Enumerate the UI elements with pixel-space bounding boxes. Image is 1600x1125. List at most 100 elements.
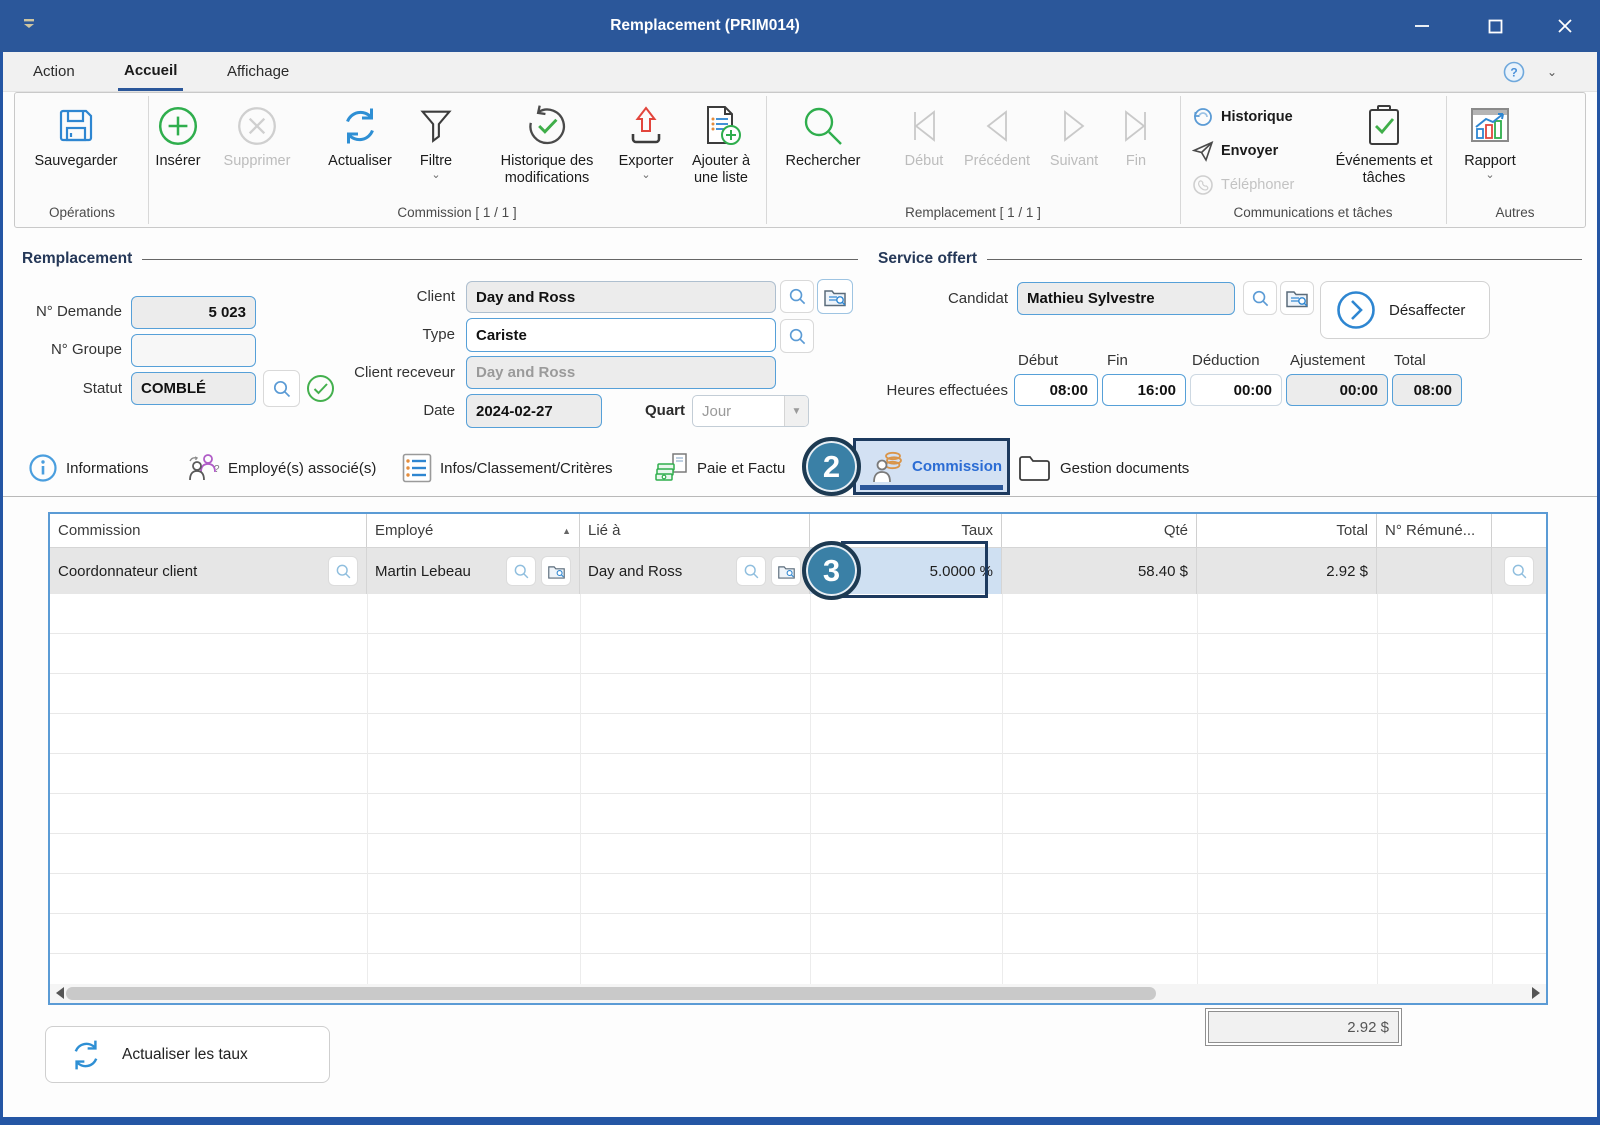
deduction-field[interactable]: 00:00 <box>1190 374 1282 406</box>
tab-infos-classement-criteres[interactable]: Infos/Classement/Critères <box>402 440 613 496</box>
label-total: Total <box>1394 352 1449 369</box>
close-button[interactable] <box>1542 0 1588 52</box>
horizontal-scrollbar[interactable] <box>50 984 1546 1003</box>
tab-paie-facturation[interactable]: Paie et Factu <box>655 440 785 496</box>
column-header-qte[interactable]: Qté <box>1002 514 1197 547</box>
tab-gestion-documents[interactable]: Gestion documents <box>1018 440 1189 496</box>
nav-next-button[interactable]: Suivant <box>1043 99 1105 170</box>
scrollbar-thumb[interactable] <box>66 987 1156 1000</box>
cell-search-button[interactable] <box>1504 556 1534 586</box>
divider <box>1377 594 1378 984</box>
cell-search-button[interactable] <box>328 556 358 586</box>
statut-search-button[interactable] <box>263 370 300 407</box>
refresh-icon <box>68 1037 104 1073</box>
scroll-right-icon[interactable] <box>1532 987 1540 999</box>
app-window: Remplacement (PRIM014) Action Accueil Af… <box>0 0 1600 1125</box>
candidat-field[interactable]: Mathieu Sylvestre <box>1017 282 1235 315</box>
telephoner-button[interactable]: Téléphoner <box>1192 174 1294 196</box>
cell-search-button[interactable] <box>506 556 536 586</box>
actualiser-taux-button[interactable]: Actualiser les taux <box>45 1026 330 1083</box>
report-button[interactable]: Rapport ⌄ <box>1452 99 1528 179</box>
menu-action[interactable]: Action <box>27 52 81 91</box>
candidat-open-button[interactable] <box>1280 281 1314 315</box>
client-field[interactable]: Day and Ross <box>466 281 776 313</box>
quart-dropdown[interactable]: Jour ▼ <box>692 395 809 427</box>
save-button[interactable]: Sauvegarder <box>22 99 130 170</box>
total-heures-field[interactable]: 08:00 <box>1392 374 1462 406</box>
magnifier-icon <box>788 327 807 346</box>
cell-employe[interactable]: Martin Lebeau <box>367 548 580 594</box>
refresh-button[interactable]: Actualiser <box>312 99 408 170</box>
ribbon-group-commission: Commission [ 1 / 1 ] <box>148 205 766 220</box>
statut-field[interactable]: COMBLÉ <box>131 372 256 405</box>
insert-button[interactable]: Insérer <box>145 99 211 170</box>
envoyer-button[interactable]: Envoyer <box>1192 140 1278 162</box>
tab-informations[interactable]: Informations <box>28 440 149 496</box>
events-tasks-button[interactable]: Événements et tâches <box>1328 99 1440 186</box>
help-icon[interactable]: ? <box>1503 61 1525 83</box>
label-type: Type <box>340 326 455 343</box>
no-demande-field[interactable]: 5 023 <box>131 296 256 329</box>
chevron-down-icon[interactable]: ⌄ <box>1547 65 1557 79</box>
chevron-down-icon[interactable]: ▼ <box>784 396 808 426</box>
column-header-commission[interactable]: Commission <box>50 514 367 547</box>
no-groupe-field[interactable] <box>131 334 256 367</box>
commission-table: Commission Employé▲ Lié à Taux Qté Total… <box>48 512 1548 1005</box>
save-icon <box>54 99 98 153</box>
nav-first-button[interactable]: Début <box>897 99 951 170</box>
cell-remuneration[interactable] <box>1377 548 1492 594</box>
type-search-button[interactable] <box>780 319 814 353</box>
tab-employes-associes[interactable]: ? Employé(s) associé(s) <box>186 440 376 496</box>
maximize-button[interactable] <box>1472 0 1518 52</box>
nav-prev-button[interactable]: Précédent <box>951 99 1043 170</box>
client-search-button[interactable] <box>780 280 814 313</box>
column-header-employe[interactable]: Employé▲ <box>367 514 580 547</box>
column-header-remuneration[interactable]: N° Rémuné... <box>1377 514 1492 547</box>
cell-search-button[interactable] <box>736 556 766 586</box>
column-header-total[interactable]: Total <box>1197 514 1377 547</box>
cell-total[interactable]: 2.92 $ <box>1197 548 1377 594</box>
menu-bar: Action Accueil Affichage ? ⌄ <box>3 52 1597 92</box>
date-field[interactable]: 2024-02-27 <box>466 394 602 428</box>
cell-qte[interactable]: 58.40 $ <box>1002 548 1197 594</box>
scroll-left-icon[interactable] <box>56 987 64 999</box>
candidat-search-button[interactable] <box>1243 281 1277 315</box>
chevron-down-icon: ⌄ <box>1485 171 1494 179</box>
cell-lie-a[interactable]: Day and Ross <box>580 548 810 594</box>
cell-actions <box>1492 548 1546 594</box>
fin-field[interactable]: 16:00 <box>1102 374 1186 406</box>
label-client: Client <box>340 288 455 305</box>
type-field[interactable]: Cariste <box>466 318 776 352</box>
folder-search-icon <box>1285 287 1309 309</box>
client-open-button[interactable] <box>817 279 853 314</box>
historique-button[interactable]: Historique <box>1192 106 1293 128</box>
debut-field[interactable]: 08:00 <box>1014 374 1098 406</box>
history-modifications-button[interactable]: Historique des modifications <box>487 99 607 186</box>
magnifier-icon <box>513 563 530 580</box>
column-header-lie-a[interactable]: Lié à <box>580 514 810 547</box>
filter-button[interactable]: Filtre ⌄ <box>408 99 464 179</box>
active-tab-indicator <box>860 485 1003 490</box>
window-border <box>0 1117 1600 1125</box>
tab-commission[interactable]: Commission <box>853 438 1010 495</box>
label-candidat: Candidat <box>900 290 1008 307</box>
export-button[interactable]: Exporter ⌄ <box>607 99 685 179</box>
ajustement-field[interactable]: 00:00 <box>1286 374 1388 406</box>
minimize-button[interactable] <box>1399 0 1445 52</box>
menu-accueil[interactable]: Accueil <box>118 52 183 91</box>
info-icon <box>28 453 58 483</box>
cell-open-button[interactable] <box>771 556 801 586</box>
client-receveur-field[interactable]: Day and Ross <box>466 356 776 389</box>
desaffecter-button[interactable]: Désaffecter <box>1320 281 1490 339</box>
cell-commission[interactable]: Coordonnateur client <box>50 548 367 594</box>
chevron-down-icon: ⌄ <box>641 171 650 179</box>
menu-affichage[interactable]: Affichage <box>221 52 295 91</box>
label-date: Date <box>340 402 455 419</box>
delete-button[interactable]: Supprimer <box>212 99 302 170</box>
annotation-badge-2: 2 <box>802 437 861 496</box>
nav-last-button[interactable]: Fin <box>1110 99 1162 170</box>
search-button[interactable]: Rechercher <box>775 99 871 170</box>
add-to-list-button[interactable]: Ajouter à une liste <box>684 99 758 186</box>
table-row[interactable]: Coordonnateur client Martin Lebeau Day a… <box>50 548 1546 594</box>
cell-open-button[interactable] <box>541 556 571 586</box>
